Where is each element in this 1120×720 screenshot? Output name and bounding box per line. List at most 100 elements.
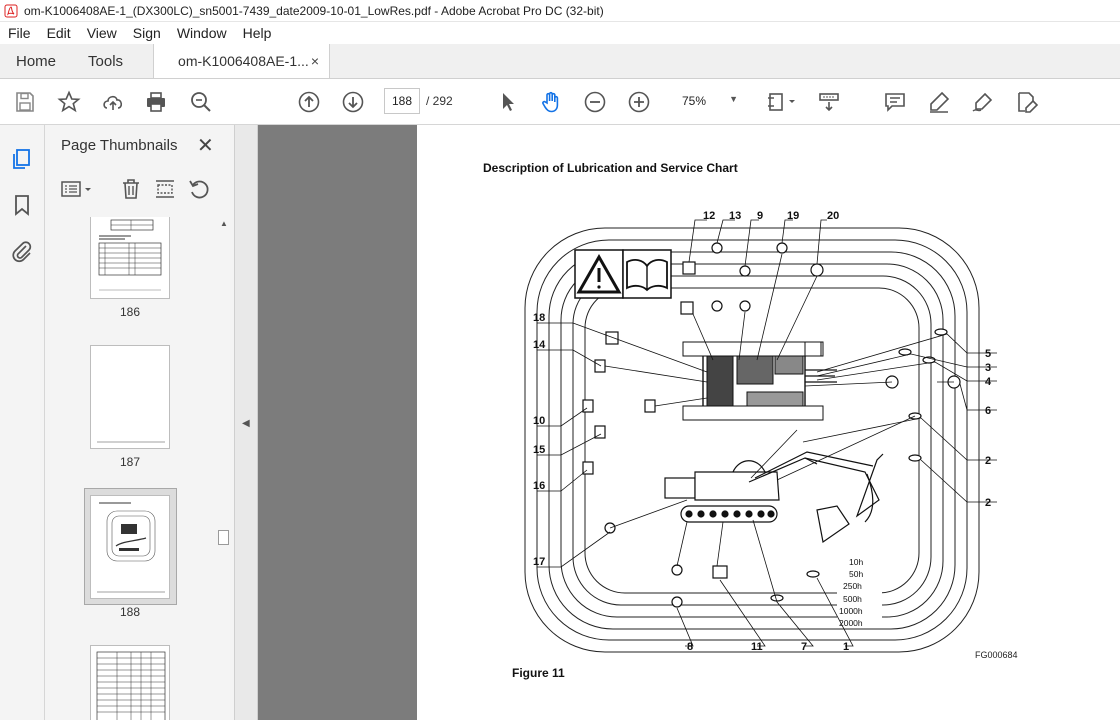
next-page-icon[interactable] bbox=[340, 89, 366, 115]
callout-top-20: 20 bbox=[827, 210, 839, 222]
thumbnail-preview bbox=[98, 219, 162, 291]
menu-view[interactable]: View bbox=[79, 25, 125, 41]
interval-label-500h: 500h bbox=[843, 594, 862, 604]
tab-document[interactable]: om-K1006408AE-1... × bbox=[153, 44, 331, 78]
panel-title: Page Thumbnails bbox=[61, 137, 178, 154]
service-point-5 bbox=[934, 328, 948, 336]
thumbnail-preview bbox=[96, 651, 166, 720]
callout-top-12: 12 bbox=[703, 210, 715, 222]
draw-signature-icon[interactable] bbox=[970, 89, 996, 115]
menu-sign[interactable]: Sign bbox=[125, 25, 169, 41]
thumbnail-options-icon[interactable] bbox=[60, 177, 94, 201]
save-icon[interactable] bbox=[12, 89, 38, 115]
callout-left-16: 16 bbox=[533, 480, 545, 492]
interval-label-1000h: 1000h bbox=[839, 606, 863, 616]
window-title: om-K1006408AE-1_(DX300LC)_sn5001-7439_da… bbox=[24, 3, 604, 18]
callout-right-2a: 2 bbox=[985, 455, 991, 467]
window-title-bar: om-K1006408AE-1_(DX300LC)_sn5001-7439_da… bbox=[0, 0, 1120, 22]
interval-loop-10h bbox=[584, 287, 920, 594]
excavator-top-view bbox=[682, 341, 837, 421]
callout-left-14: 14 bbox=[533, 339, 546, 351]
page-total: / 292 bbox=[426, 94, 453, 108]
callout-right-3: 3 bbox=[985, 362, 991, 374]
insert-page-icon[interactable] bbox=[153, 177, 177, 201]
scroll-mode-icon[interactable] bbox=[816, 89, 842, 115]
service-point-8a bbox=[671, 564, 683, 576]
select-cursor-icon[interactable] bbox=[495, 89, 521, 115]
zoom-in-icon[interactable] bbox=[626, 89, 652, 115]
thumbnail-list: 186 187 188 bbox=[45, 217, 217, 720]
page-thumbnails-icon[interactable] bbox=[10, 147, 34, 171]
thumbnail-preview bbox=[97, 502, 165, 593]
close-tab-button[interactable]: × bbox=[311, 53, 319, 69]
callout-bottom-11: 11 bbox=[751, 641, 763, 653]
page-number-input[interactable]: 188 bbox=[384, 88, 420, 114]
upload-cloud-icon[interactable] bbox=[100, 89, 126, 115]
callout-left-10: 10 bbox=[533, 415, 545, 427]
attachments-paperclip-icon[interactable] bbox=[10, 239, 34, 263]
zoom-level-value: 75% bbox=[682, 94, 707, 108]
service-point-20 bbox=[810, 263, 824, 277]
scroll-up-arrow-icon[interactable]: ▲ bbox=[220, 219, 228, 228]
menu-help[interactable]: Help bbox=[235, 25, 280, 41]
service-point-9 bbox=[739, 265, 751, 277]
menu-file[interactable]: File bbox=[0, 25, 39, 41]
collapse-arrow-icon[interactable]: ◀ bbox=[242, 418, 250, 429]
service-point-9b bbox=[739, 300, 751, 312]
callout-bottom-7: 7 bbox=[801, 641, 807, 653]
thumbnail-label-188: 188 bbox=[119, 605, 141, 619]
print-icon[interactable] bbox=[143, 89, 169, 115]
callout-right-4: 4 bbox=[985, 376, 992, 388]
main-toolbar bbox=[0, 79, 1120, 125]
service-point-18 bbox=[605, 331, 619, 345]
page-thumbnails-panel: Page Thumbnails ✕ 186 187 188 ▲ bbox=[45, 125, 235, 720]
page-fit-icon[interactable] bbox=[764, 89, 800, 115]
callout-left-18: 18 bbox=[533, 312, 545, 324]
service-point-2b bbox=[908, 454, 922, 462]
thumbnail-scrollbar[interactable]: ▲ bbox=[217, 217, 230, 720]
hand-tool-icon[interactable] bbox=[538, 89, 564, 115]
menu-edit[interactable]: Edit bbox=[39, 25, 79, 41]
callout-top-9: 9 bbox=[757, 210, 763, 222]
callout-right-5: 5 bbox=[985, 348, 991, 360]
service-point-14 bbox=[594, 359, 606, 373]
service-point-11 bbox=[712, 565, 728, 579]
tab-tools[interactable]: Tools bbox=[72, 44, 139, 78]
scrollbar-thumb[interactable] bbox=[218, 530, 229, 545]
tab-document-label: om-K1006408AE-1... bbox=[178, 53, 309, 69]
service-point-7 bbox=[770, 594, 784, 602]
menu-window[interactable]: Window bbox=[169, 25, 235, 41]
bookmark-star-icon[interactable] bbox=[56, 89, 82, 115]
service-point-12b bbox=[680, 301, 694, 315]
delete-page-icon[interactable] bbox=[119, 177, 143, 201]
highlight-pen-icon[interactable] bbox=[926, 89, 952, 115]
rotate-page-icon[interactable] bbox=[187, 177, 211, 201]
zoom-level-select[interactable]: 75% ▼ bbox=[664, 88, 744, 114]
collapse-panel-strip[interactable]: ◀ bbox=[235, 125, 258, 720]
callout-left-15: 15 bbox=[533, 444, 545, 456]
zoom-out-icon[interactable] bbox=[582, 89, 608, 115]
interval-loop-250h bbox=[560, 263, 944, 618]
interval-loop-1000h bbox=[536, 239, 968, 641]
service-point-10b bbox=[644, 399, 656, 413]
thumbnail-page-189[interactable] bbox=[90, 645, 170, 720]
zoom-search-icon[interactable] bbox=[188, 89, 214, 115]
document-heading: Description of Lubrication and Service C… bbox=[483, 161, 738, 175]
thumbnail-page-186[interactable] bbox=[90, 217, 170, 299]
service-point-19 bbox=[776, 242, 788, 254]
figure-code: FG000684 bbox=[975, 650, 1018, 660]
tab-home[interactable]: Home bbox=[0, 44, 72, 78]
excavator-side-view bbox=[664, 451, 884, 544]
thumbnail-page-187[interactable] bbox=[90, 345, 170, 449]
interval-label-250h: 250h bbox=[843, 581, 862, 591]
service-point-13 bbox=[711, 242, 723, 254]
comment-icon[interactable] bbox=[882, 89, 908, 115]
service-point-12 bbox=[682, 261, 696, 275]
tab-bar: Home Tools om-K1006408AE-1... × bbox=[0, 44, 1120, 79]
panel-toolbar bbox=[45, 175, 235, 203]
fill-sign-icon[interactable] bbox=[1014, 89, 1040, 115]
bookmarks-icon[interactable] bbox=[10, 193, 34, 217]
close-panel-button[interactable]: ✕ bbox=[197, 133, 214, 158]
previous-page-icon[interactable] bbox=[296, 89, 322, 115]
thumbnail-page-188[interactable] bbox=[90, 495, 170, 599]
